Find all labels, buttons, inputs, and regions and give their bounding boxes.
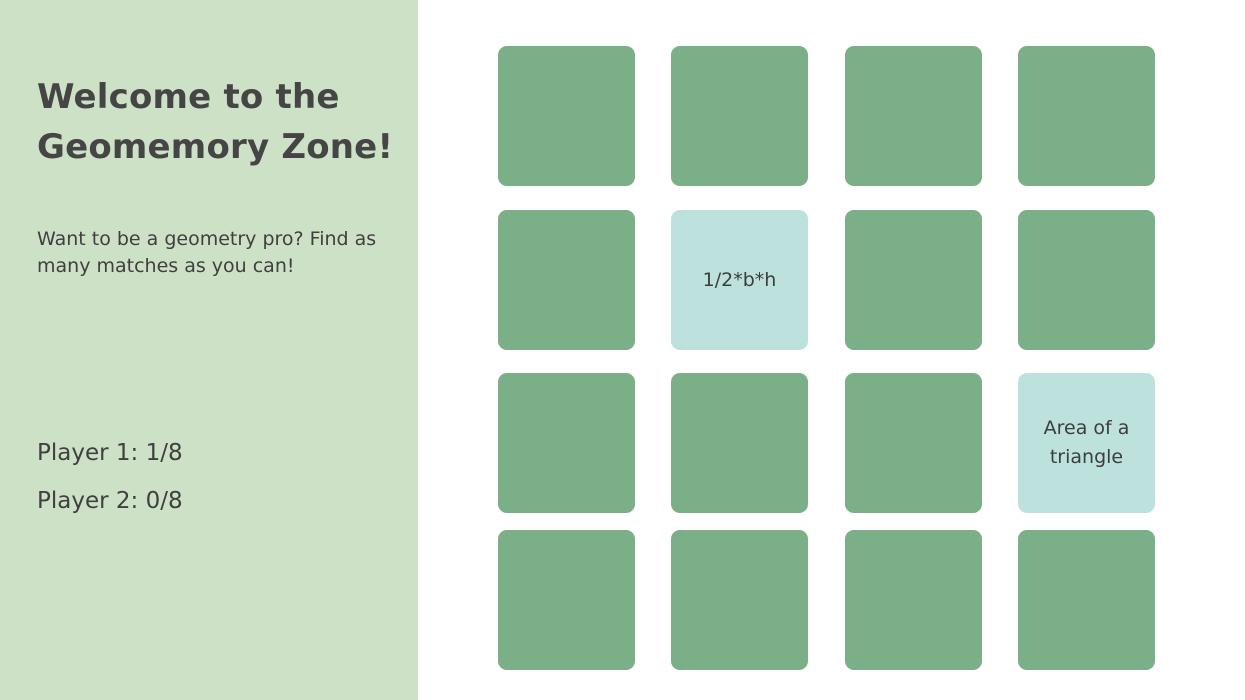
card-label: Area of a triangle (1043, 417, 1130, 468)
card-2[interactable] (671, 46, 808, 186)
card-14[interactable] (671, 530, 808, 670)
card-4[interactable] (1018, 46, 1155, 186)
card-8[interactable] (1018, 210, 1155, 350)
card-1[interactable] (498, 46, 635, 186)
card-11[interactable] (845, 373, 982, 513)
card-label: 1/2*b*h (702, 268, 777, 291)
card-15[interactable] (845, 530, 982, 670)
card-10[interactable] (671, 373, 808, 513)
card-12[interactable]: Area of a triangle (1018, 373, 1155, 513)
card-16[interactable] (1018, 530, 1155, 670)
card-7[interactable] (845, 210, 982, 350)
card-6[interactable]: 1/2*b*h (671, 210, 808, 350)
card-5[interactable] (498, 210, 635, 350)
card-3[interactable] (845, 46, 982, 186)
card-9[interactable] (498, 373, 635, 513)
card-13[interactable] (498, 530, 635, 670)
game-board: 1/2*b*h Area of a triangle (0, 0, 1245, 700)
